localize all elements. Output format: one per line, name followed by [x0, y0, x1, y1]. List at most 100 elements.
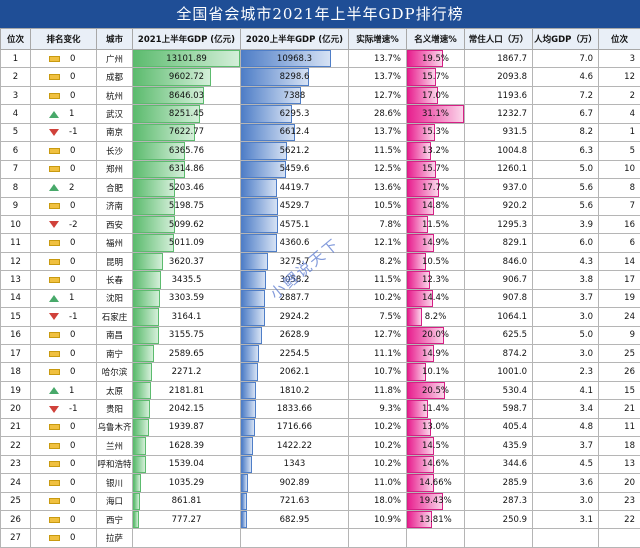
gdp-2020-cell [240, 528, 349, 548]
rank-change-cell: 0 [30, 325, 97, 346]
gdp-per-capita-cell: 3.7 [532, 436, 599, 456]
table-row: 25 0 海口 861.81 721.63 18.0% 19.43% 287.3 3.0 23 [0, 491, 640, 511]
per-capita-rank-cell: 6 [598, 233, 640, 253]
nominal-growth-cell-value: 31.1% [421, 109, 449, 120]
population-cell: 937.0 [464, 178, 533, 198]
nominal-growth-cell: 8.2% [406, 307, 465, 327]
rank-change-value: 1 [69, 385, 75, 396]
gdp-per-capita-cell: 4.5 [532, 454, 599, 475]
rank-change-value: 0 [70, 533, 76, 544]
per-capita-rank-cell: 14 [598, 251, 640, 272]
gdp-2020-cell: 5621.2 [240, 141, 349, 161]
triangle-up-icon [49, 294, 59, 302]
rank-change-value: -1 [69, 404, 78, 415]
rank-change-cell: 0 [30, 159, 97, 180]
population-cell: 405.4 [464, 417, 533, 438]
population-cell [464, 528, 533, 548]
nominal-growth-cell-value: 13.0% [421, 422, 449, 433]
gdp-2021-cell-bar [133, 511, 140, 528]
gdp-2020-cell: 6295.3 [240, 104, 349, 124]
rank-change-cell: 1 [30, 104, 97, 124]
nominal-growth-cell: 14.6% [406, 454, 465, 475]
city-cell: 兰州 [96, 436, 133, 456]
gdp-2021-cell-value: 5198.75 [168, 201, 205, 212]
gdp-2020-cell-bar [241, 382, 256, 399]
rank-change-value: -1 [69, 311, 78, 322]
real-growth-cell: 9.3% [348, 399, 407, 419]
gdp-2020-cell-value: 721.63 [279, 496, 310, 507]
rank-change-value: 0 [70, 164, 76, 175]
per-capita-rank-cell: 5 [598, 141, 640, 161]
header-gdp-2020: 2020上半年GDP (亿元) [240, 28, 349, 50]
gdp-per-capita-cell [532, 528, 599, 548]
city-cell: 沈阳 [96, 288, 133, 309]
rank-cell: 14 [0, 288, 31, 309]
sheet-title: 全国省会城市2021年上半年GDP排行榜 [0, 0, 640, 28]
gdp-2021-cell: 2271.2 [132, 362, 241, 382]
table-row: 22 0 兰州 1628.39 1422.22 10.2% 14.5% 435.9 3.7 18 [0, 436, 640, 456]
real-growth-cell: 12.7% [348, 325, 407, 346]
nominal-growth-cell-value: 19.5% [421, 53, 449, 64]
dash-icon [49, 498, 60, 505]
gdp-2020-cell: 2062.1 [240, 362, 349, 382]
gdp-2021-cell-value: 1035.29 [168, 477, 205, 488]
rank-cell: 23 [0, 454, 31, 475]
rank-change-value: 2 [69, 182, 75, 193]
rank-cell: 11 [0, 233, 31, 253]
nominal-growth-cell: 11.5% [406, 214, 465, 235]
table-row: 23 0 呼和浩特 1539.04 1343 10.2% 14.6% 344.6 4.5 13 [0, 454, 640, 475]
rank-change-value: 0 [70, 459, 76, 470]
rank-change-cell: 0 [30, 343, 97, 364]
nominal-growth-cell: 14.5% [406, 436, 465, 456]
nominal-growth-cell-value: 15.3% [421, 127, 449, 138]
nominal-growth-cell [406, 528, 465, 548]
gdp-2021-cell-value: 5011.09 [168, 238, 205, 249]
real-growth-cell: 8.2% [348, 251, 407, 272]
gdp-2020-cell-value: 4419.7 [279, 182, 310, 193]
gdp-2021-cell-bar [133, 253, 163, 270]
per-capita-rank-cell: 4 [598, 104, 640, 124]
dash-icon [49, 203, 60, 210]
gdp-2020-cell-bar [241, 327, 263, 344]
table-row: 3 0 杭州 8646.03 7388 12.7% 17.0% 1193.6 7.2 2 [0, 85, 640, 106]
gdp-2021-cell-bar [133, 400, 150, 418]
header-real-growth: 实际增速% [348, 28, 407, 50]
gdp-2020-cell-bar [241, 234, 277, 252]
city-cell: 乌鲁木齐 [96, 417, 133, 438]
table-row: 19 1 太原 2181.81 1810.2 11.8% 20.5% 530.4 4.1 15 [0, 380, 640, 401]
dash-icon [49, 424, 60, 431]
nominal-growth-cell: 14.9% [406, 343, 465, 364]
gdp-2021-cell-value: 3303.59 [168, 293, 205, 304]
gdp-2021-cell-value: 2042.15 [168, 404, 205, 415]
real-growth-cell: 11.0% [348, 473, 407, 493]
table-row: 10 -2 西安 5099.62 4575.1 7.8% 11.5% 1295.3 3.9 16 [0, 214, 640, 235]
gdp-per-capita-cell: 2.3 [532, 362, 599, 382]
real-growth-cell: 10.2% [348, 436, 407, 456]
population-cell: 829.1 [464, 233, 533, 253]
rank-change-value: 1 [69, 293, 75, 304]
population-cell: 931.5 [464, 122, 533, 143]
gdp-2021-cell: 2589.65 [132, 343, 241, 364]
nominal-growth-cell-value: 13.2% [421, 145, 449, 156]
gdp-per-capita-cell: 4.6 [532, 67, 599, 87]
gdp-2020-cell-value: 1422.22 [276, 440, 313, 451]
rank-change-cell: 0 [30, 491, 97, 511]
gdp-per-capita-cell: 4.1 [532, 380, 599, 401]
table-row: 8 2 合肥 5203.46 4419.7 13.6% 17.7% 937.0 5.6 8 [0, 178, 640, 198]
real-growth-cell [348, 528, 407, 548]
gdp-2021-cell-value: 8646.03 [168, 90, 205, 101]
gdp-2021-cell-value: 1628.39 [168, 440, 205, 451]
gdp-2021-cell-value: 1539.04 [168, 459, 205, 470]
rank-change-value: 0 [70, 440, 76, 451]
nominal-growth-cell-value: 12.3% [421, 274, 449, 285]
gdp-2020-cell-value: 902.89 [279, 477, 310, 488]
population-cell: 1260.1 [464, 159, 533, 180]
per-capita-rank-cell: 13 [598, 454, 640, 475]
gdp-2021-cell: 861.81 [132, 491, 241, 511]
population-cell: 2093.8 [464, 67, 533, 87]
nominal-growth-cell: 14.8% [406, 196, 465, 216]
nominal-growth-cell-value: 15.7% [421, 72, 449, 83]
gdp-2020-cell-value: 2062.1 [279, 367, 310, 378]
gdp-2021-cell: 2181.81 [132, 380, 241, 401]
dash-icon [49, 258, 60, 265]
